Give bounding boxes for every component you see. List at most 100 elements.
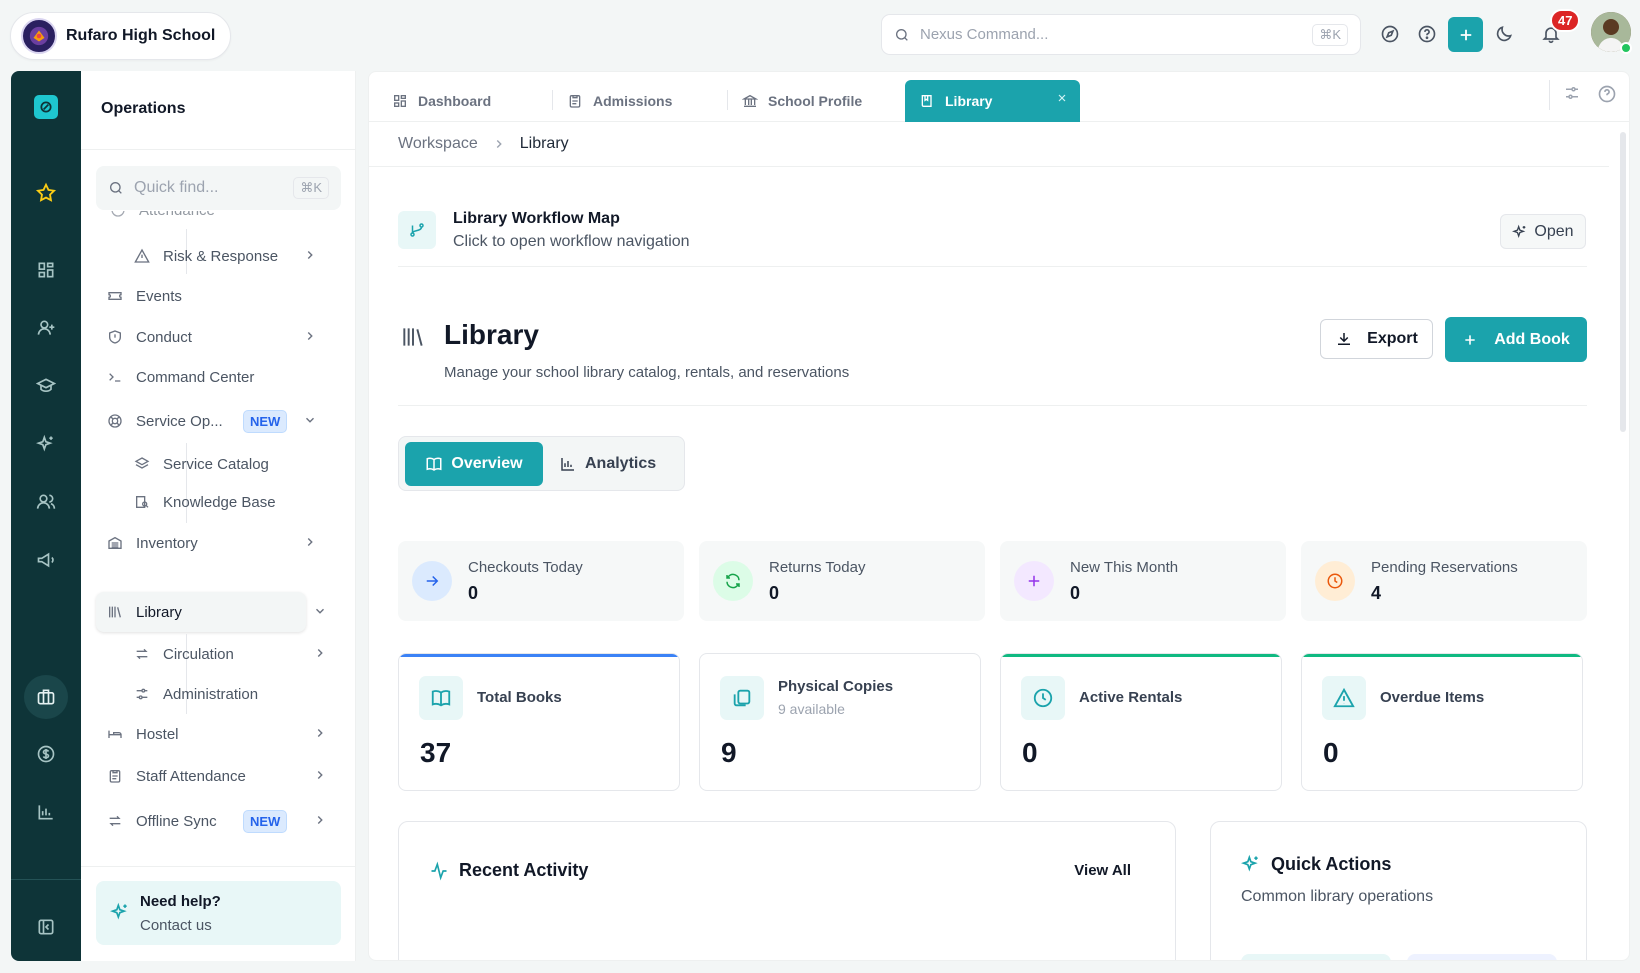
warning-icon bbox=[133, 247, 151, 265]
command-placeholder: Nexus Command... bbox=[920, 26, 1049, 43]
sync-arrows-icon bbox=[106, 812, 124, 830]
sidebar-item-label: Events bbox=[136, 287, 182, 305]
sidebar-item-knowledge-base[interactable]: Knowledge Base bbox=[133, 493, 276, 511]
recent-activity-title: Recent Activity bbox=[459, 860, 589, 880]
tab-label: School Profile bbox=[768, 93, 863, 109]
school-switcher[interactable]: Rufaro High School bbox=[10, 12, 231, 60]
tab-school-profile[interactable]: School Profile bbox=[728, 80, 862, 122]
quick-actions-subtitle: Common library operations bbox=[1241, 888, 1434, 905]
card-label: Overdue Items bbox=[1380, 689, 1485, 706]
sidebar-item-label: Conduct bbox=[136, 328, 192, 346]
dark-mode-icon[interactable] bbox=[1488, 18, 1520, 50]
favorites-star-icon[interactable] bbox=[11, 170, 81, 216]
card-value: 37 bbox=[420, 737, 452, 768]
sidebar-title: Operations bbox=[101, 100, 186, 117]
sparkles-icon[interactable] bbox=[11, 421, 81, 467]
library-icon bbox=[106, 603, 124, 621]
help-icon[interactable] bbox=[1411, 18, 1443, 50]
sidebar-item-service-ops[interactable]: Service Op... bbox=[106, 412, 223, 430]
layers-icon bbox=[133, 455, 151, 473]
view-all-link[interactable]: View All bbox=[1074, 862, 1131, 879]
card-total-books: Total Books 37 bbox=[398, 653, 680, 791]
sidebar-item-hostel[interactable]: Hostel bbox=[106, 725, 179, 743]
breadcrumb: Workspace Library bbox=[398, 135, 569, 153]
sidebar-item-administration[interactable]: Administration bbox=[133, 685, 258, 703]
open-workflow-button[interactable]: Open bbox=[1500, 214, 1586, 249]
dashboard-grid-icon[interactable] bbox=[11, 247, 81, 293]
help-card[interactable]: Need help? Contact us bbox=[96, 881, 341, 945]
command-search[interactable]: Nexus Command... ⌘K bbox=[881, 14, 1361, 55]
school-name: Rufaro High School bbox=[66, 27, 216, 44]
quick-action-tile[interactable] bbox=[1241, 954, 1391, 960]
card-physical-copies: Physical Copies 9 available 9 bbox=[699, 653, 981, 791]
sidebar-item-library[interactable]: Library bbox=[106, 603, 182, 621]
quick-add-button[interactable] bbox=[1448, 17, 1483, 52]
section-divider bbox=[398, 266, 1587, 267]
book-search-icon bbox=[133, 493, 151, 511]
card-value: 0 bbox=[1022, 737, 1038, 768]
sidebar-item-staff-attendance[interactable]: Staff Attendance bbox=[106, 767, 246, 785]
compass-icon[interactable] bbox=[1374, 18, 1406, 50]
clipboard-icon bbox=[106, 767, 124, 785]
swap-arrows-icon bbox=[133, 645, 151, 663]
workflow-title[interactable]: Library Workflow Map bbox=[453, 210, 620, 228]
tab-admissions[interactable]: Admissions bbox=[553, 80, 672, 122]
bar-chart-icon[interactable] bbox=[11, 789, 81, 835]
add-book-button[interactable]: Add Book bbox=[1445, 317, 1587, 362]
breadcrumb-workspace[interactable]: Workspace bbox=[398, 135, 478, 153]
settings-sliders-icon[interactable] bbox=[11, 961, 81, 973]
sidebar-item-conduct[interactable]: Conduct bbox=[106, 328, 192, 346]
briefcase-icon[interactable] bbox=[11, 674, 81, 720]
tab-label: Library bbox=[945, 93, 993, 109]
warning-icon bbox=[1322, 676, 1366, 720]
help-icon[interactable] bbox=[1597, 84, 1617, 104]
chevron-right-icon bbox=[313, 768, 327, 782]
sidebar-item-service-catalog[interactable]: Service Catalog bbox=[133, 455, 269, 473]
overview-label: Overview bbox=[451, 455, 523, 472]
help-subtitle: Contact us bbox=[140, 917, 212, 934]
graduation-cap-icon[interactable] bbox=[11, 363, 81, 409]
ticket-icon bbox=[106, 287, 124, 305]
sidebar-item-inventory[interactable]: Inventory bbox=[106, 534, 198, 552]
analytics-tab[interactable]: Analytics bbox=[559, 442, 656, 486]
dollar-icon[interactable] bbox=[11, 731, 81, 777]
app-logo-icon[interactable] bbox=[34, 95, 58, 119]
sidebar-item-command-center[interactable]: Command Center bbox=[106, 368, 254, 386]
quick-find-shortcut: ⌘K bbox=[293, 177, 329, 199]
online-status-dot bbox=[1620, 42, 1632, 54]
collapse-panel-icon[interactable] bbox=[11, 904, 81, 950]
scrollbar[interactable] bbox=[1620, 132, 1626, 432]
tab-library[interactable]: Library bbox=[905, 80, 1080, 122]
tab-label: Dashboard bbox=[418, 93, 492, 109]
quick-actions-panel: Quick Actions Common library operations bbox=[1210, 821, 1587, 960]
notification-badge: 47 bbox=[1550, 9, 1581, 32]
sidebar-item-label: Service Catalog bbox=[163, 455, 269, 473]
sidebar-item-risk-response[interactable]: Risk & Response bbox=[133, 247, 278, 265]
copies-icon bbox=[720, 676, 764, 720]
megaphone-icon[interactable] bbox=[11, 537, 81, 583]
card-label: Total Books bbox=[477, 689, 562, 706]
open-book-icon bbox=[425, 455, 443, 473]
card-label: Active Rentals bbox=[1079, 689, 1183, 706]
tab-dashboard[interactable]: Dashboard bbox=[378, 80, 491, 122]
export-button[interactable]: Export bbox=[1320, 319, 1433, 359]
sidebar-item-circulation[interactable]: Circulation bbox=[133, 645, 234, 663]
close-icon[interactable] bbox=[1056, 92, 1068, 104]
tab-settings-icon[interactable] bbox=[1563, 84, 1581, 102]
chevron-right-icon bbox=[313, 726, 327, 740]
sidebar-item-label: Risk & Response bbox=[163, 247, 279, 265]
stat-returns-today: Returns Today 0 bbox=[699, 541, 985, 621]
sidebar-item-label: Hostel bbox=[136, 725, 179, 743]
users-icon[interactable] bbox=[11, 479, 81, 525]
card-accent-bar bbox=[1001, 654, 1281, 657]
quick-action-tile[interactable] bbox=[1407, 954, 1557, 960]
sidebar-item-offline-sync[interactable]: Offline Sync bbox=[106, 812, 217, 830]
quick-find-input[interactable]: Quick find... ⌘K bbox=[96, 166, 341, 210]
stat-checkouts-today: Checkouts Today 0 bbox=[398, 541, 684, 621]
chevron-down-icon[interactable] bbox=[313, 604, 327, 618]
sidebar-item-label: Library bbox=[136, 603, 182, 621]
add-user-icon[interactable] bbox=[11, 305, 81, 351]
chevron-right-icon bbox=[313, 646, 327, 660]
sidebar-item-events[interactable]: Events bbox=[106, 287, 182, 305]
overview-tab[interactable]: Overview bbox=[405, 442, 543, 486]
